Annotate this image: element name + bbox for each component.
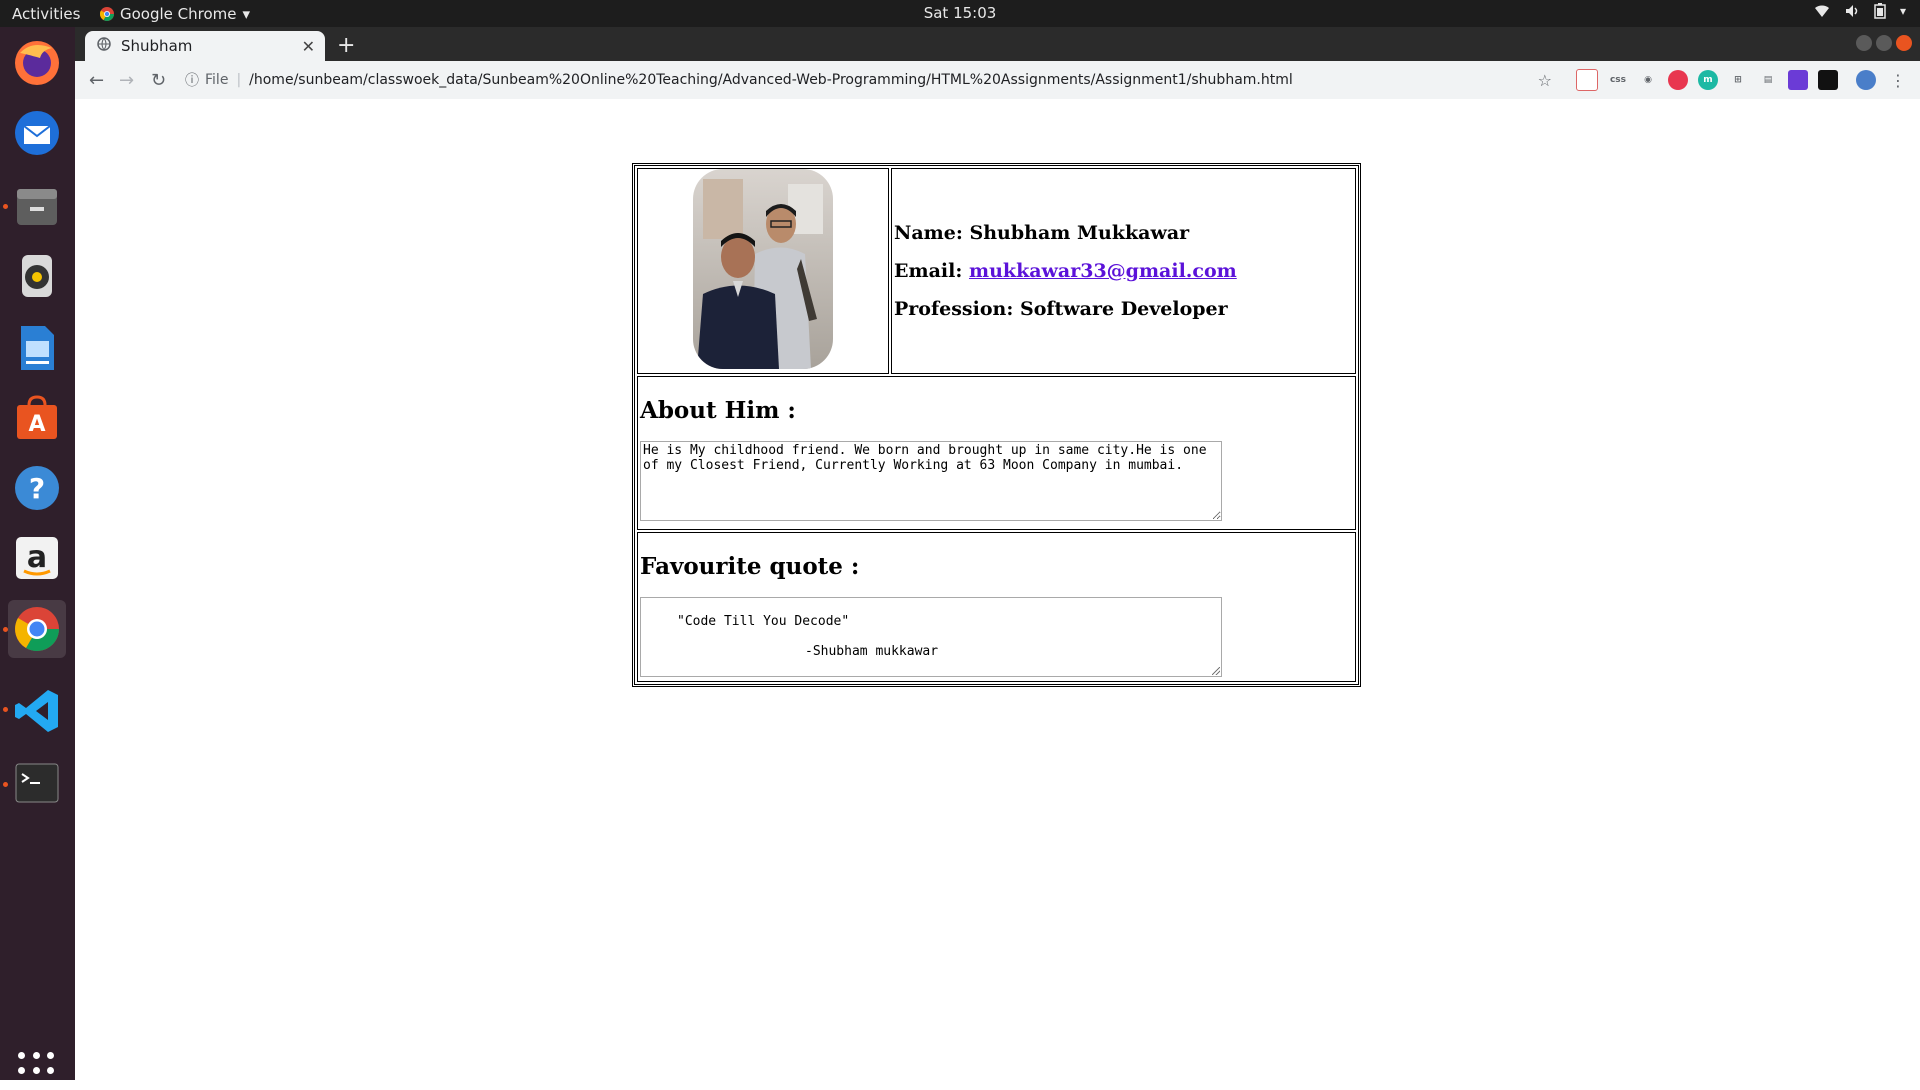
resize-handle[interactable] [1212, 667, 1220, 675]
camera-icon[interactable]: ◉ [1638, 70, 1658, 90]
activities-button[interactable]: Activities [12, 5, 80, 23]
quote-textarea[interactable]: "Code Till You Decode" -Shubham mukkawar [640, 597, 1222, 677]
show-applications-button[interactable] [18, 1052, 56, 1090]
avatar[interactable] [1856, 70, 1876, 90]
window-controls [1856, 35, 1912, 51]
dock: A ? a [0, 27, 75, 1089]
volume-icon [1845, 5, 1858, 17]
quote-text: "Code Till You Decode" [677, 614, 850, 629]
tab-shubham[interactable]: Shubham ✕ [85, 31, 325, 61]
extension-teal-icon[interactable]: m [1698, 70, 1718, 90]
firefox-icon[interactable] [8, 34, 66, 92]
kebab-menu-icon[interactable]: ⋮ [1890, 71, 1906, 90]
writer-icon[interactable] [8, 319, 66, 377]
terminal-icon[interactable] [8, 754, 66, 812]
email-line: Email: mukkawar33@gmail.com [894, 260, 1353, 282]
files-icon[interactable] [8, 177, 66, 235]
svg-text:a: a [27, 540, 47, 575]
clock[interactable]: Sat 15:03 [0, 4, 1920, 22]
profession-value: Software Developer [1019, 298, 1228, 320]
file-scheme-label: File [205, 72, 229, 88]
chevron-down-icon: ▾ [242, 5, 251, 23]
profession-line: Profession: Software Developer [894, 298, 1353, 320]
amazon-icon[interactable]: a [8, 529, 66, 587]
maximize-button[interactable] [1876, 35, 1892, 51]
info-cell: Name: Shubham Mukkawar Email: mukkawar33… [891, 168, 1356, 374]
system-tray[interactable]: ▾ [1814, 3, 1906, 19]
url-text[interactable]: /home/sunbeam/classwoek_data/Sunbeam%20O… [249, 72, 1293, 88]
minimize-button[interactable] [1856, 35, 1872, 51]
photo-cell [637, 168, 889, 374]
quote-section: Favourite quote : "Code Till You Decode"… [637, 532, 1356, 682]
tab-title: Shubham [121, 37, 193, 55]
extension-dark-icon[interactable] [1818, 70, 1838, 90]
profile-table: Name: Shubham Mukkawar Email: mukkawar33… [632, 163, 1361, 687]
about-heading: About Him : [640, 397, 796, 424]
wifi-icon [1814, 5, 1829, 17]
forward-arrow-icon[interactable]: → [119, 70, 134, 91]
chrome-window: Shubham ✕ + ← → ↻ ⓘ File | /home/sunbeam… [75, 27, 1920, 1080]
help-icon[interactable]: ? [8, 459, 66, 517]
separator: | [236, 72, 242, 88]
close-window-button[interactable] [1896, 35, 1912, 51]
extension-purple-icon[interactable] [1788, 70, 1808, 90]
about-textarea[interactable]: He is My childhood friend. We born and b… [640, 441, 1222, 521]
css-extension-icon[interactable]: css [1608, 70, 1628, 90]
thunderbird-icon[interactable] [8, 104, 66, 162]
vscode-icon[interactable] [8, 682, 66, 740]
layout-icon[interactable]: ▤ [1758, 70, 1778, 90]
name-line: Name: Shubham Mukkawar [894, 222, 1353, 244]
email-link[interactable]: mukkawar33@gmail.com [969, 260, 1237, 282]
extension-page-icon[interactable] [1576, 69, 1598, 91]
svg-text:?: ? [29, 472, 45, 505]
cart-icon[interactable]: ⊞ [1728, 70, 1748, 90]
chrome-small-icon [100, 7, 114, 21]
bookmark-star-icon[interactable]: ☆ [1538, 71, 1552, 90]
globe-icon [97, 37, 111, 55]
back-arrow-icon[interactable]: ← [89, 70, 104, 91]
extension-toolbar: ☆ css ◉ m ⊞ ▤ ⋮ [1538, 69, 1906, 91]
quote-heading: Favourite quote : [640, 553, 860, 580]
app-menu[interactable]: Google Chrome ▾ [100, 5, 250, 23]
system-top-bar: Activities Google Chrome ▾ Sat 15:03 ▾ [0, 0, 1920, 27]
tab-strip: Shubham ✕ + [75, 27, 1920, 61]
extension-red-icon[interactable] [1668, 70, 1688, 90]
rhythmbox-icon[interactable] [8, 247, 66, 305]
chrome-icon[interactable] [8, 600, 66, 658]
about-section: About Him : He is My childhood friend. W… [637, 376, 1356, 530]
profession-label: Profession: [894, 298, 1014, 320]
info-icon[interactable]: ⓘ [185, 70, 199, 90]
app-menu-label: Google Chrome [120, 5, 237, 23]
email-label: Email: [894, 260, 963, 282]
page-viewport: Name: Shubham Mukkawar Email: mukkawar33… [75, 99, 1920, 1080]
profile-photo [693, 169, 833, 369]
browser-toolbar: ← → ↻ ⓘ File | /home/sunbeam/classwoek_d… [75, 61, 1920, 100]
address-bar[interactable]: ⓘ File | /home/sunbeam/classwoek_data/Su… [185, 65, 1525, 95]
quote-author: -Shubham mukkawar [805, 644, 939, 659]
new-tab-button[interactable]: + [337, 33, 355, 58]
close-tab-icon[interactable]: ✕ [302, 37, 315, 56]
chevron-down-icon: ▾ [1899, 4, 1906, 18]
name-label: Name: [894, 222, 963, 244]
svg-text:A: A [28, 412, 45, 437]
reload-icon[interactable]: ↻ [151, 70, 166, 91]
software-center-icon[interactable]: A [8, 389, 66, 447]
name-value: Shubham Mukkawar [969, 222, 1190, 244]
battery-icon [1874, 3, 1886, 19]
